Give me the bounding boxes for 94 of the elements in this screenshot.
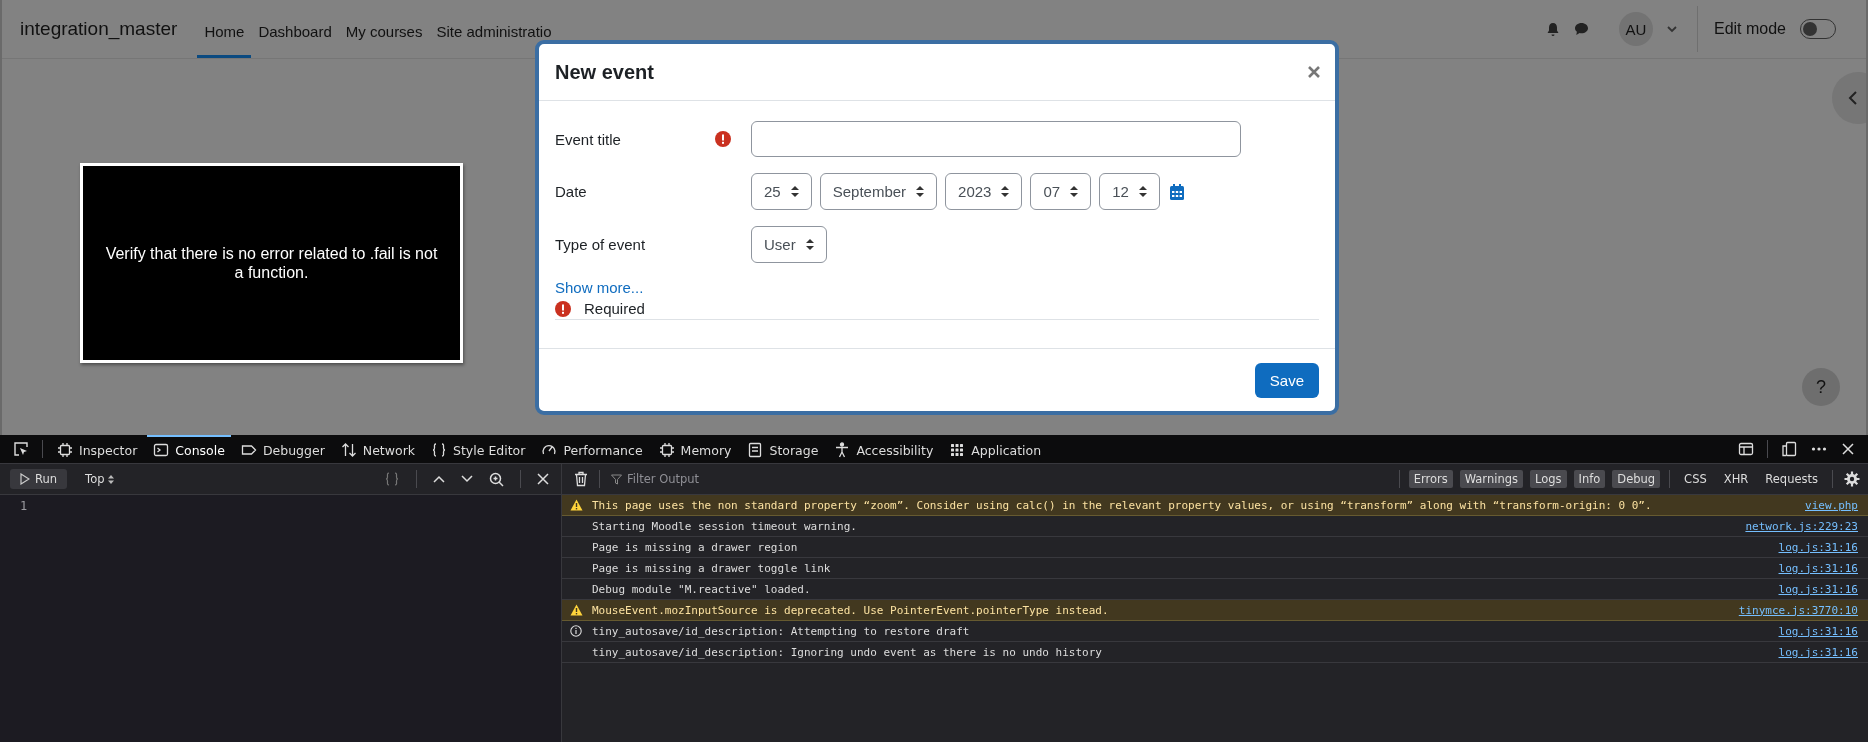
document-icon (747, 442, 764, 458)
select-field[interactable]: 25 (751, 173, 812, 210)
edit-mode-label: Edit mode (1713, 20, 1786, 38)
source-link[interactable]: network.js:229:23 (1745, 519, 1858, 533)
line-number: 1 (20, 499, 28, 513)
devtools-tab[interactable]: Performance (535, 435, 649, 463)
request-type-filter[interactable]: XHR (1718, 470, 1754, 488)
devtools-tab[interactable]: Network (334, 435, 421, 463)
source-link[interactable]: log.js:31:16 (1778, 561, 1858, 575)
log-level-filter[interactable]: Errors (1408, 470, 1453, 488)
required-note: Required (584, 300, 645, 317)
nav-link[interactable]: Home (197, 3, 252, 58)
show-more-link[interactable]: Show more... (555, 279, 1319, 296)
message-text: Debug module "M.reactive" loaded. (592, 582, 812, 596)
filter-icon (611, 473, 622, 485)
source-link[interactable]: log.js:31:16 (1778, 582, 1858, 596)
bell-icon[interactable] (1545, 21, 1560, 37)
source-link[interactable]: log.js:31:16 (1778, 540, 1858, 554)
message-text: This page uses the non standard property “zoom”. Consider using calc() in the relevant property values, or using “transform” along with “transform-origin: 0 0”. (592, 498, 1653, 512)
sort-arrows-icon (108, 474, 115, 484)
select-field[interactable]: 07 (1030, 173, 1092, 210)
warning-icon (570, 499, 583, 511)
chat-bubble-icon[interactable] (1573, 22, 1589, 36)
field-label: Type of event (555, 236, 647, 253)
source-link[interactable]: log.js:31:16 (1778, 645, 1858, 659)
trash-icon[interactable] (574, 471, 588, 487)
source-link[interactable]: view.php (1805, 498, 1858, 512)
message-text: Page is missing a drawer toggle link (592, 561, 832, 575)
site-name[interactable]: integration_master (20, 18, 178, 40)
log-level-filter[interactable]: Info (1573, 470, 1606, 488)
message-text: tiny_autosave/id_description: Ignoring undo event as there is no undo history (592, 645, 1103, 659)
message-text: tiny_autosave/id_description: Attempting to restore draft (592, 624, 971, 638)
devtools-tab[interactable]: Application (943, 435, 1048, 463)
request-type-filter[interactable]: CSS (1679, 470, 1712, 488)
braces-icon[interactable] (384, 471, 400, 487)
sort-arrows-icon (805, 239, 814, 250)
sort-arrows-icon (916, 186, 925, 197)
source-link[interactable]: log.js:31:16 (1778, 624, 1858, 638)
message-text: Page is missing a drawer region (592, 540, 799, 554)
grid-icon (949, 442, 966, 458)
person-icon (834, 442, 851, 458)
run-button[interactable]: Run (10, 469, 68, 489)
message-text: MouseEvent.mozInputSource is deprecated. Use PointerEvent.pointerType instead. (592, 603, 1110, 617)
element-picker-icon[interactable] (13, 441, 29, 457)
devtools-tab[interactable]: Inspector (51, 435, 144, 463)
nav-link[interactable]: Dashboard (251, 3, 339, 58)
chip-icon (658, 442, 675, 458)
chevron-up-icon[interactable] (433, 475, 445, 483)
sort-arrows-icon (1070, 186, 1079, 197)
log-level-filter[interactable]: Debug (1612, 470, 1661, 488)
sort-arrows-icon (1001, 186, 1010, 197)
select-field[interactable]: September (819, 173, 938, 210)
log-level-filter[interactable]: Warnings (1459, 470, 1523, 488)
up-down-arrows-icon (340, 442, 357, 458)
filter-output-field[interactable]: Filter Output (607, 472, 1392, 486)
context-selector[interactable]: Top (85, 472, 115, 486)
log-level-filter[interactable]: Logs (1529, 470, 1567, 488)
chip-icon (57, 442, 73, 458)
panel-layout-icon[interactable] (1738, 441, 1754, 457)
help-button[interactable]: ? (1802, 368, 1840, 406)
sort-arrows-icon (1138, 186, 1147, 197)
nav-link[interactable]: Site administratio (429, 3, 559, 58)
braces-icon (431, 442, 447, 458)
tag-icon (240, 442, 257, 458)
video-caption: Verify that there is no error related to .fail is not a function. (104, 243, 439, 283)
terminal-icon (153, 442, 170, 458)
devtools-tab[interactable]: Style Editor (425, 435, 532, 463)
responsive-design-icon[interactable] (1781, 441, 1797, 457)
sort-arrows-icon (790, 186, 799, 197)
devtools-tab[interactable]: Debugger (234, 435, 331, 463)
chevron-left-icon (1848, 91, 1858, 105)
source-link[interactable]: tinymce.js:3770:10 (1738, 603, 1858, 617)
user-avatar[interactable]: AU (1618, 12, 1653, 46)
devtools-tab[interactable]: Memory (652, 435, 738, 463)
field-label: Date (555, 183, 588, 200)
select-field[interactable]: User (751, 226, 827, 263)
search-icon[interactable] (489, 471, 504, 487)
dialog-title: New event (555, 60, 654, 84)
field-label: Event title (555, 130, 622, 148)
devtools-tab[interactable]: Accessibility (828, 435, 940, 463)
select-field[interactable]: 2023 (945, 173, 1023, 210)
info-icon (570, 625, 582, 637)
play-icon (20, 473, 30, 485)
required-icon (555, 300, 571, 317)
message-text: Starting Moodle session timeout warning. (592, 519, 858, 533)
devtools-tab[interactable]: Storage (741, 435, 825, 463)
warning-icon (570, 604, 583, 616)
request-type-filter[interactable]: Requests (1760, 470, 1823, 488)
calendar-icon[interactable] (1169, 183, 1184, 200)
nav-link[interactable]: My courses (338, 3, 430, 58)
event-title-field[interactable] (751, 121, 1241, 157)
save-button[interactable]: Save (1254, 362, 1319, 398)
select-field[interactable]: 12 (1099, 173, 1160, 210)
settings-icon[interactable] (1844, 471, 1860, 487)
